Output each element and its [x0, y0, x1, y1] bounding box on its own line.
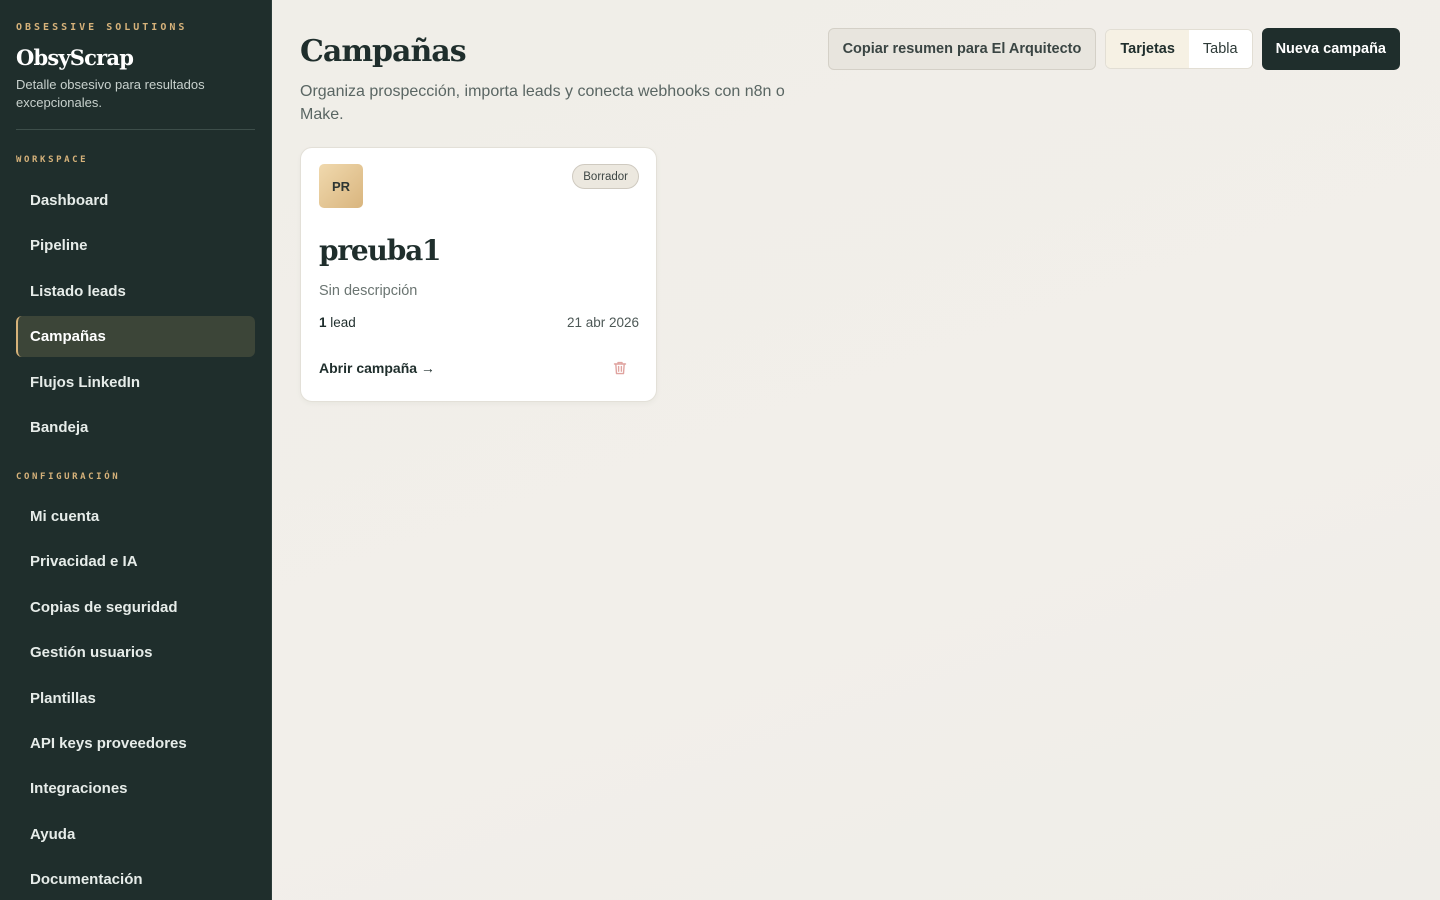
copy-summary-button[interactable]: Copiar resumen para El Arquitecto — [827, 28, 1097, 70]
app-root: OBSESSIVE SOLUTIONS ObsyScrap Detalle ob… — [0, 0, 1440, 900]
sidebar-item-listado-leads[interactable]: Listado leads — [16, 271, 255, 312]
toolbar: Copiar resumen para El Arquitecto Tarjet… — [827, 28, 1400, 70]
campaign-card[interactable]: PR Borrador preuba1 Sin descripción 1 le… — [300, 147, 657, 402]
sidebar-item-pipeline[interactable]: Pipeline — [16, 225, 255, 266]
sidebar-item-plantillas[interactable]: Plantillas — [16, 678, 255, 719]
view-table-button[interactable]: Tabla — [1188, 30, 1252, 68]
lead-count-word: lead — [330, 315, 356, 330]
sidebar-item-copias-seguridad[interactable]: Copias de seguridad — [16, 587, 255, 628]
lead-count-number: 1 — [319, 315, 327, 330]
new-campaign-button[interactable]: Nueva campaña — [1261, 28, 1400, 70]
campaign-avatar: PR — [319, 164, 363, 208]
lead-count: 1 lead — [319, 315, 356, 330]
sidebar-item-documentacion[interactable]: Documentación — [16, 859, 255, 900]
section-label-workspace: WORKSPACE — [16, 155, 89, 165]
sidebar-item-flujos-linkedin[interactable]: Flujos LinkedIn — [16, 362, 255, 403]
view-toggle: Tarjetas Tabla — [1105, 29, 1253, 69]
campaign-meta: 1 lead 21 abr 2026 — [319, 315, 639, 330]
open-campaign-link[interactable]: Abrir campaña → — [319, 360, 435, 376]
workspace-nav: Dashboard Pipeline Listado leads Campaña… — [16, 180, 255, 448]
sidebar-item-bandeja[interactable]: Bandeja — [16, 407, 255, 448]
sidebar-item-gestion-usuarios[interactable]: Gestión usuarios — [16, 632, 255, 673]
campaign-card-footer: Abrir campaña → — [319, 360, 628, 376]
page-title: Campañas — [300, 34, 467, 69]
sidebar: OBSESSIVE SOLUTIONS ObsyScrap Detalle ob… — [0, 0, 272, 900]
campaign-date: 21 abr 2026 — [566, 315, 639, 330]
section-label-configuracion: CONFIGURACIÓN — [16, 471, 121, 482]
sidebar-item-privacidad-ia[interactable]: Privacidad e IA — [16, 541, 255, 582]
campaign-description: Sin descripción — [319, 283, 418, 299]
view-cards-button[interactable]: Tarjetas — [1106, 30, 1189, 68]
campaign-name: preuba1 — [319, 234, 442, 267]
brand-name[interactable]: ObsyScrap — [16, 45, 255, 70]
trash-icon[interactable] — [612, 360, 628, 376]
main-content: Campañas Organiza prospección, importa l… — [272, 0, 1440, 900]
brand-tagline: Detalle obsesivo para resultados excepci… — [16, 77, 205, 110]
sidebar-item-campanas[interactable]: Campañas — [16, 316, 255, 358]
sidebar-item-dashboard[interactable]: Dashboard — [16, 180, 255, 221]
brand-eyebrow: OBSESSIVE SOLUTIONS — [16, 22, 188, 33]
sidebar-item-api-keys[interactable]: API keys proveedores — [16, 723, 255, 764]
sidebar-item-ayuda[interactable]: Ayuda — [16, 814, 255, 855]
sidebar-item-integraciones[interactable]: Integraciones — [16, 768, 255, 809]
sidebar-divider — [16, 129, 255, 130]
status-badge: Borrador — [572, 164, 639, 189]
config-nav: Mi cuenta Privacidad e IA Copias de segu… — [16, 496, 255, 900]
sidebar-item-mi-cuenta[interactable]: Mi cuenta — [16, 496, 255, 537]
page-subtitle: Organiza prospección, importa leads y co… — [300, 83, 785, 123]
